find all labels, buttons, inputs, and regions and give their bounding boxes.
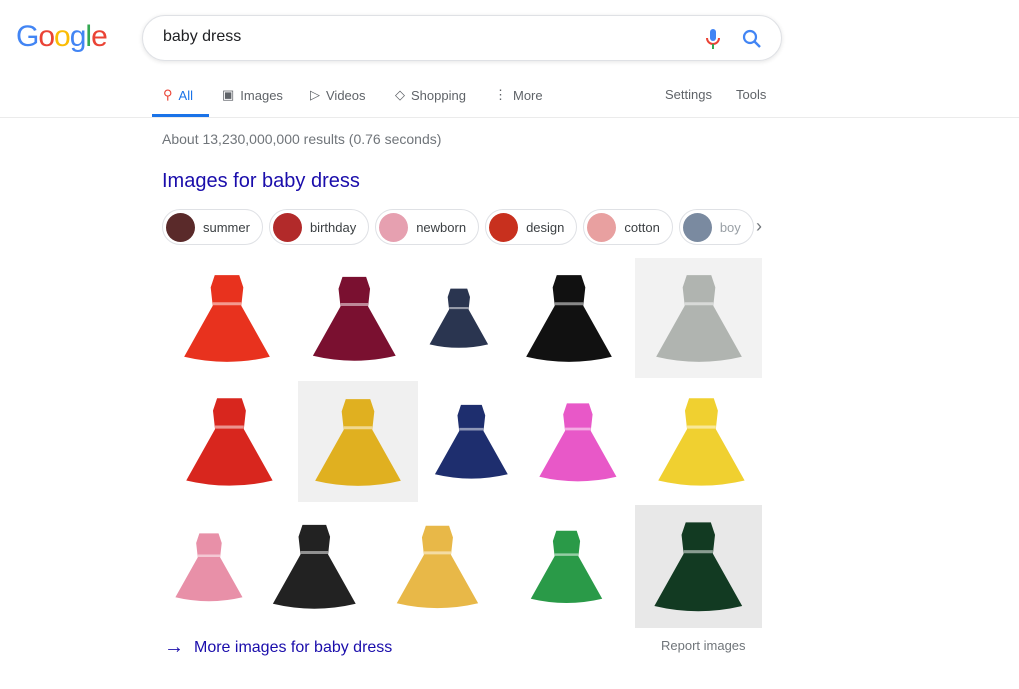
image-result[interactable] xyxy=(640,381,762,502)
images-heading-link[interactable]: Images for baby dress xyxy=(162,170,360,193)
more-images-label: More images for baby dress xyxy=(194,638,393,656)
tab-shopping[interactable]: ◇ Shopping xyxy=(395,87,466,103)
chevron-right-icon[interactable]: › xyxy=(756,216,762,237)
chip-boy[interactable]: boy xyxy=(678,209,754,245)
tab-all[interactable]: ⚲ All xyxy=(163,87,193,103)
tag-icon: ◇ xyxy=(395,87,405,102)
tab-label: Images xyxy=(240,87,283,103)
google-logo[interactable]: Google xyxy=(16,20,108,54)
dress-image xyxy=(272,525,356,609)
image-result[interactable] xyxy=(298,381,418,502)
image-result[interactable] xyxy=(418,258,500,378)
chip-thumbnail xyxy=(489,212,519,242)
dress-image xyxy=(312,276,396,361)
image-result[interactable] xyxy=(635,505,762,628)
logo-letter: g xyxy=(69,20,87,53)
more-images-link[interactable]: → More images for baby dress xyxy=(164,636,392,659)
chip-thumbnail xyxy=(587,212,617,242)
dress-image xyxy=(654,522,743,612)
chip-newborn[interactable]: newborn xyxy=(375,209,480,245)
dress-image xyxy=(434,405,508,479)
tab-label: All xyxy=(178,87,193,103)
search-input[interactable] xyxy=(163,28,663,46)
arrow-right-icon: → xyxy=(164,636,184,658)
image-result[interactable] xyxy=(508,258,630,378)
dress-image xyxy=(539,402,617,481)
dress-image xyxy=(175,532,243,601)
image-result[interactable] xyxy=(635,258,762,378)
tools-link[interactable]: Tools xyxy=(736,87,766,102)
chip-label: newborn xyxy=(416,219,467,235)
tab-label: Shopping xyxy=(411,87,466,103)
dress-image xyxy=(429,288,489,348)
chip-label: summer xyxy=(203,219,250,235)
tab-label: More xyxy=(513,87,543,103)
logo-letter: G xyxy=(16,20,39,53)
image-result[interactable] xyxy=(420,381,522,502)
logo-letter: o xyxy=(38,20,55,53)
dress-image xyxy=(526,275,612,362)
chip-label: boy xyxy=(719,219,741,235)
image-result[interactable] xyxy=(296,258,412,378)
dress-image xyxy=(655,275,742,362)
search-icon[interactable] xyxy=(741,28,763,50)
dress-image xyxy=(315,398,401,486)
tab-more[interactable]: ⋮ More xyxy=(494,87,543,103)
chip-thumbnail xyxy=(166,212,195,242)
image-result[interactable] xyxy=(524,381,632,502)
dress-image xyxy=(657,398,745,486)
dress-image xyxy=(530,530,602,604)
search-tabs: ⚲ All ▣ Images ▷ Videos ◇ Shopping ⋮ More Set… xyxy=(0,80,1019,118)
chip-design[interactable]: design xyxy=(485,209,578,245)
image-icon: ▣ xyxy=(222,87,235,102)
active-tab-indicator xyxy=(152,114,209,117)
tab-videos[interactable]: ▷ Videos xyxy=(310,87,366,103)
image-result[interactable] xyxy=(162,381,296,502)
chip-label: cotton xyxy=(624,219,660,235)
search-box[interactable] xyxy=(142,15,782,61)
chip-label: design xyxy=(526,219,565,235)
chip-thumbnail xyxy=(272,212,302,242)
chip-thumbnail xyxy=(379,212,409,242)
chip-summer[interactable]: summer xyxy=(162,209,263,245)
tab-label: Videos xyxy=(326,87,366,103)
chip-birthday[interactable]: birthday xyxy=(268,209,370,245)
image-result[interactable] xyxy=(256,505,372,628)
report-images-link[interactable]: Report images xyxy=(661,638,746,653)
settings-link[interactable]: Settings xyxy=(665,87,712,102)
logo-letter: e xyxy=(91,20,108,53)
image-result[interactable] xyxy=(380,505,494,628)
dress-image xyxy=(184,275,270,362)
image-chips: summer birthday newborn design cotton boy xyxy=(162,209,754,245)
dress-image xyxy=(396,525,478,609)
image-result[interactable] xyxy=(162,258,292,378)
image-result[interactable] xyxy=(162,505,256,628)
image-result[interactable] xyxy=(516,505,616,628)
result-stats: About 13,230,000,000 results (0.76 secon… xyxy=(162,131,442,147)
chip-label: birthday xyxy=(309,219,357,235)
dots-vertical-icon: ⋮ xyxy=(494,87,507,102)
dress-image xyxy=(185,398,273,486)
microphone-icon[interactable] xyxy=(703,27,723,51)
tab-images[interactable]: ▣ Images xyxy=(222,87,283,103)
logo-letter: o xyxy=(54,20,71,53)
chip-thumbnail xyxy=(682,212,712,242)
search-icon: ⚲ xyxy=(163,87,173,102)
chip-cotton[interactable]: cotton xyxy=(583,209,673,245)
play-icon: ▷ xyxy=(310,87,320,102)
